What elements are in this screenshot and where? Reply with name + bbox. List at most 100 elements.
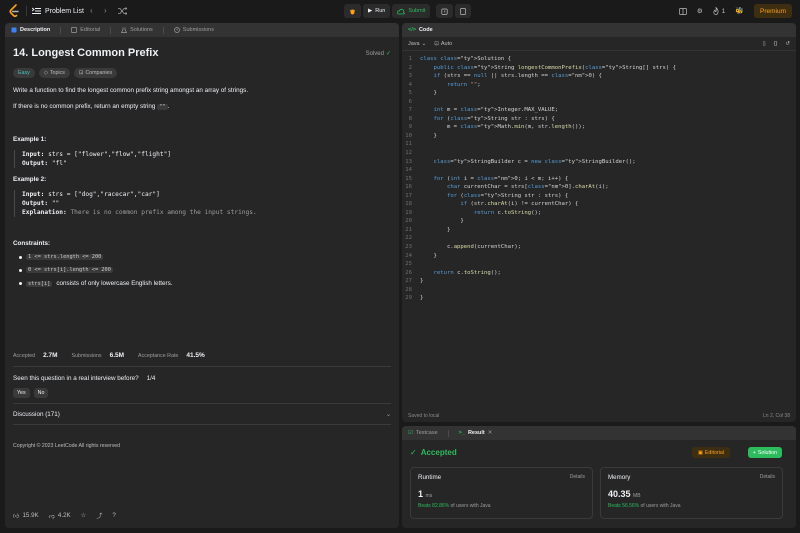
code-line[interactable]: 16 char currentChar = strs[class="nm">0]… [402,183,796,192]
example-2-title: Example 2: [13,176,47,183]
code-line[interactable]: 24 } [402,252,796,261]
settings-gear-icon[interactable]: ⚙ [697,7,703,15]
post-solution-button[interactable]: + Solution [747,447,782,458]
code-line[interactable]: 8 for (class="ty">String str : strs) { [402,115,796,124]
next-problem-icon[interactable]: › [104,5,107,17]
code-text: int m = class="ty">Integer.MAX_VALUE; [433,107,559,114]
star-icon[interactable]: ☆ [81,512,87,519]
help-icon[interactable]: ? [112,512,115,519]
example-1-block: Input: strs = ["flower","flow","flight"]… [14,150,391,168]
divider [447,429,449,437]
interview-question: Seen this question in a real interview b… [13,375,155,382]
code-line[interactable]: 23 c.append(currentChar); [402,243,796,252]
result-tabbar: ☑ Testcase >_ Result ✕ [402,426,796,440]
problem-list-button[interactable]: Problem List [32,5,84,17]
code-text: for (class="ty">String str : strs) { [433,115,555,122]
problem-title[interactable]: 14. Longest Common Prefix [13,47,391,59]
avatar[interactable]: 🐝 [735,7,744,15]
code-line[interactable]: 27} [402,277,796,286]
notes-button[interactable] [455,4,472,18]
code-line[interactable]: 4 return ""; [402,81,796,90]
code-line[interactable]: 2 public class="ty">String longestCommon… [402,64,796,73]
run-button[interactable]: ▶ Run [363,4,391,18]
leetcode-logo[interactable] [8,4,20,18]
no-button[interactable]: No [33,388,49,398]
code-line[interactable]: 10 } [402,132,796,141]
divider [110,26,112,34]
result-status: Accepted [420,447,457,457]
tab-code[interactable]: </> Code [408,27,433,33]
divider [26,6,27,16]
lock-icon: ⊡ [434,40,439,47]
code-line[interactable]: 20 } [402,217,796,226]
streak-counter[interactable]: 1 [713,7,725,15]
tab-submissions[interactable]: Submissions [173,27,214,33]
tab-solutions[interactable]: Solutions [121,27,153,33]
tab-result[interactable]: >_ Result ✕ [459,430,493,436]
ex2-input-label: Input: [22,191,45,198]
code-line[interactable]: 25 [402,260,796,269]
code-line[interactable]: 26 return c.toString(); [402,269,796,278]
line-number: 11 [405,141,412,148]
code-line[interactable]: 15 for (int i = class="nm">0; i < m; i++… [402,175,796,184]
code-line[interactable]: 18 if (str.charAt(i) != currentChar) { [402,200,796,209]
memory-details-link[interactable]: Details [760,474,775,480]
editorial-button[interactable]: ▣ Editorial [691,447,730,458]
language-select[interactable]: Java ⌄ [408,41,426,47]
code-line[interactable]: 22 [402,234,796,243]
runtime-details-link[interactable]: Details [570,474,585,480]
code-line[interactable]: 21 } [402,226,796,235]
format-code-icon[interactable]: {} [774,41,778,47]
code-line[interactable]: 7 int m = class="ty">Integer.MAX_VALUE; [402,106,796,115]
code-line[interactable]: 19 return c.toString(); [402,209,796,218]
line-number: 28 [405,286,412,293]
code-editor[interactable]: 1 class class="ty">Solution {2 public cla… [402,51,796,303]
submit-button[interactable]: Submit [392,4,431,18]
bookmark-icon[interactable]: ▯ [763,41,766,47]
run-label: Run [375,8,386,14]
premium-button[interactable]: Premium [753,4,792,18]
discussion-toggle[interactable]: Discussion (171) ⌄ [13,411,391,418]
like-button[interactable]: 👍︎ 15.9K [13,512,39,520]
constraint-item: strs[i] consists of only lowercase Englis… [19,280,391,287]
constraint-3-text: consists of only lowercase English lette… [56,280,173,287]
code-line[interactable]: 17 for (class="ty">String str : strs) { [402,192,796,201]
divider [13,366,391,367]
debug-button[interactable] [344,4,361,18]
code-line[interactable]: 1 class class="ty">Solution { [402,55,796,64]
tab-description[interactable]: Description [11,27,50,33]
companies-tag[interactable]: ⊡ Companies [73,68,118,78]
memory-card[interactable]: Memory Details 40.35 MB Beats 56.56% of … [600,467,783,519]
line-number: 22 [405,235,412,242]
code-line[interactable]: 28 [402,286,796,295]
topics-tag[interactable]: ◇ Topics [38,68,70,78]
code-line[interactable]: 3 if (strs == null || strs.length == cla… [402,72,796,81]
memory-value: 40.35 [608,489,631,499]
code-line[interactable]: 13 class="ty">StringBuilder c = new clas… [402,158,796,167]
auto-mode-toggle[interactable]: ⊡ Auto [434,41,452,47]
ex2-explanation-label: Explanation: [22,209,67,216]
dislike-button[interactable]: 👎︎ 4.2K [49,512,71,520]
constraint-item: 1 <= strs.length <= 200 [19,254,391,260]
layout-icon[interactable] [678,7,687,15]
timer-button[interactable] [436,4,454,18]
accepted-label: Accepted [13,352,36,359]
shuffle-icon[interactable] [118,7,127,15]
code-line[interactable]: 11 [402,140,796,149]
code-line[interactable]: 6 [402,98,796,107]
prev-problem-icon[interactable]: ‹ [90,5,93,17]
code-line[interactable]: 5 } [402,89,796,98]
code-line[interactable]: 9 m = class="ty">Math.min(m, str.length(… [402,123,796,132]
ex2-output-label: Output: [22,200,49,207]
divider [162,26,164,34]
yes-button[interactable]: Yes [13,388,30,398]
code-line[interactable]: 29} [402,294,796,303]
share-icon[interactable]: ⤴ [96,511,102,520]
reset-code-icon[interactable]: ↺ [785,41,790,47]
close-icon[interactable]: ✕ [488,430,493,436]
code-line[interactable]: 12 [402,149,796,158]
tab-testcase[interactable]: ☑ Testcase [408,430,438,436]
runtime-card[interactable]: Runtime Details 1 ms Beats 82.86% of use… [410,467,593,519]
tab-editorial[interactable]: Editorial [71,27,100,33]
code-line[interactable]: 14 [402,166,796,175]
